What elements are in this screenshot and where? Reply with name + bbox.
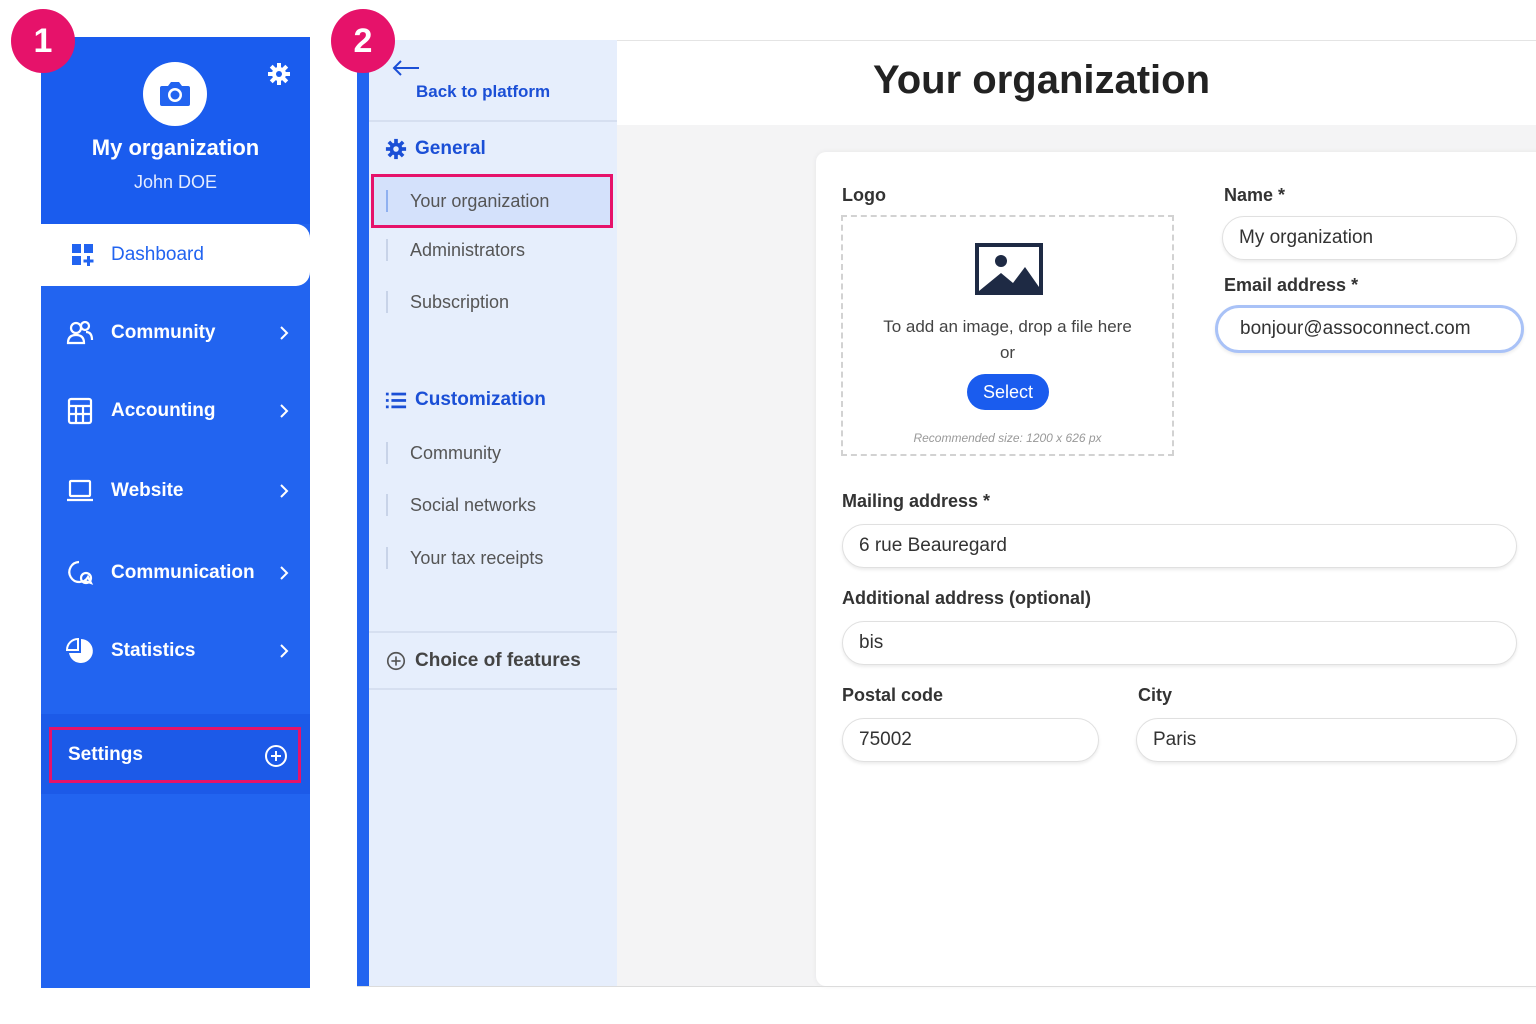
select-file-button[interactable]: Select [967, 374, 1049, 410]
mailing-address-label: Mailing address * [842, 491, 991, 511]
list-icon [385, 392, 407, 409]
features-label: Choice of features [415, 650, 581, 671]
section-customization-label: Customization [415, 389, 546, 410]
city-value: Paris [1153, 729, 1197, 750]
email-field[interactable]: bonjour@assoconnect.com [1215, 305, 1524, 353]
sidebar-item-settings[interactable]: Settings [49, 727, 301, 783]
subnav-item-label: Your tax receipts [410, 547, 544, 568]
subnav-item-administrators[interactable]: Administrators [386, 233, 525, 267]
subnav-item-tax-receipts[interactable]: Your tax receipts [386, 541, 543, 575]
chevron-right-icon [280, 644, 289, 658]
divider [369, 120, 617, 122]
sidebar-item-label: Communication [111, 562, 255, 583]
mailing-address-value: 6 rue Beauregard [859, 535, 1007, 556]
divider [369, 631, 617, 633]
subnav-item-social-networks[interactable]: Social networks [386, 488, 536, 522]
postal-code-field[interactable]: 75002 [842, 718, 1099, 762]
step-badge-2: 2 [331, 9, 395, 73]
back-to-platform-link[interactable]: Back to platform [416, 82, 550, 102]
arrow-left-icon[interactable] [391, 58, 421, 78]
subnav-item-label: Your organization [410, 190, 550, 211]
sidebar-item-website[interactable]: Website [41, 467, 310, 515]
chevron-right-icon [280, 566, 289, 580]
subnav-item-label: Social networks [410, 494, 537, 515]
logo-dropzone[interactable]: To add an image, drop a file here or Sel… [841, 215, 1174, 456]
name-label: Name * [1224, 185, 1286, 205]
postal-code-label: Postal code [842, 685, 944, 705]
section-customization: Customization [385, 389, 546, 411]
image-icon [975, 243, 1043, 295]
chevron-right-icon [280, 326, 289, 340]
plus-circle-icon [265, 745, 287, 767]
dashboard-icon [71, 243, 95, 267]
community-icon [66, 319, 94, 347]
page-title: Your organization [873, 58, 1211, 102]
name-field[interactable]: My organization [1222, 216, 1517, 260]
gear-icon[interactable] [267, 62, 291, 86]
additional-address-label: Additional address (optional) [842, 588, 1092, 608]
section-general-label: General [415, 138, 486, 159]
divider [369, 688, 617, 690]
dropzone-or: or [999, 343, 1016, 362]
dropzone-text: To add an image, drop a file here [883, 317, 1132, 336]
chevron-right-icon [280, 404, 289, 418]
sidebar-item-label: Website [111, 480, 184, 501]
name-field-value: My organization [1239, 227, 1374, 248]
subnav-item-label: Administrators [410, 239, 526, 260]
recommended-size-hint: Recommended size: 1200 x 626 px [913, 431, 1102, 445]
mailing-address-field[interactable]: 6 rue Beauregard [842, 524, 1517, 568]
sidebar-header: My organization John DOE [41, 37, 310, 224]
gear-icon [385, 138, 407, 160]
main-sidebar: My organization John DOE Dashboard Commu… [41, 37, 310, 988]
sidebar-item-label: Dashboard [111, 244, 204, 265]
email-field-value: bonjour@assoconnect.com [1240, 318, 1471, 339]
camera-icon[interactable] [143, 62, 207, 126]
city-field[interactable]: Paris [1136, 718, 1517, 762]
step-badge-1: 1 [11, 9, 75, 73]
accounting-icon [66, 397, 94, 425]
sidebar-item-dashboard[interactable]: Dashboard [41, 224, 310, 286]
additional-address-value: bis [859, 632, 884, 653]
chevron-right-icon [280, 484, 289, 498]
chat-icon [66, 559, 94, 587]
postal-code-value: 75002 [859, 729, 912, 750]
choice-of-features-link[interactable]: Choice of features [385, 650, 581, 672]
organization-name: My organization [91, 135, 260, 160]
subnav-item-your-organization[interactable]: Your organization [371, 174, 613, 228]
sidebar-item-label: Accounting [111, 400, 216, 421]
subnav-item-community[interactable]: Community [386, 436, 501, 470]
subnav-item-label: Subscription [410, 291, 510, 312]
email-label: Email address * [1224, 275, 1359, 295]
section-general: General [385, 138, 486, 160]
sidebar-item-statistics[interactable]: Statistics [41, 627, 310, 675]
plus-circle-icon [386, 651, 406, 671]
subnav-item-subscription[interactable]: Subscription [386, 285, 509, 319]
subnav-item-label: Community [410, 442, 502, 463]
sidebar-item-accounting[interactable]: Accounting [41, 387, 310, 435]
sidebar-item-community[interactable]: Community [41, 309, 310, 357]
additional-address-field[interactable]: bis [842, 621, 1517, 665]
subnav-accent-bar [357, 40, 369, 986]
sidebar-item-label: Statistics [111, 640, 196, 661]
sidebar-item-communication[interactable]: Communication [41, 549, 310, 597]
logo-label: Logo [842, 185, 886, 205]
sidebar-item-label: Community [111, 322, 216, 343]
settings-band: Settings [41, 714, 310, 794]
user-name: John DOE [133, 172, 218, 192]
city-label: City [1138, 685, 1173, 705]
settings-sidebar: Back to platform General Your organizati… [369, 40, 617, 986]
laptop-icon [66, 477, 94, 505]
sidebar-item-label: Settings [68, 744, 143, 765]
bottom-border [357, 986, 1536, 987]
pie-chart-icon [65, 637, 94, 665]
